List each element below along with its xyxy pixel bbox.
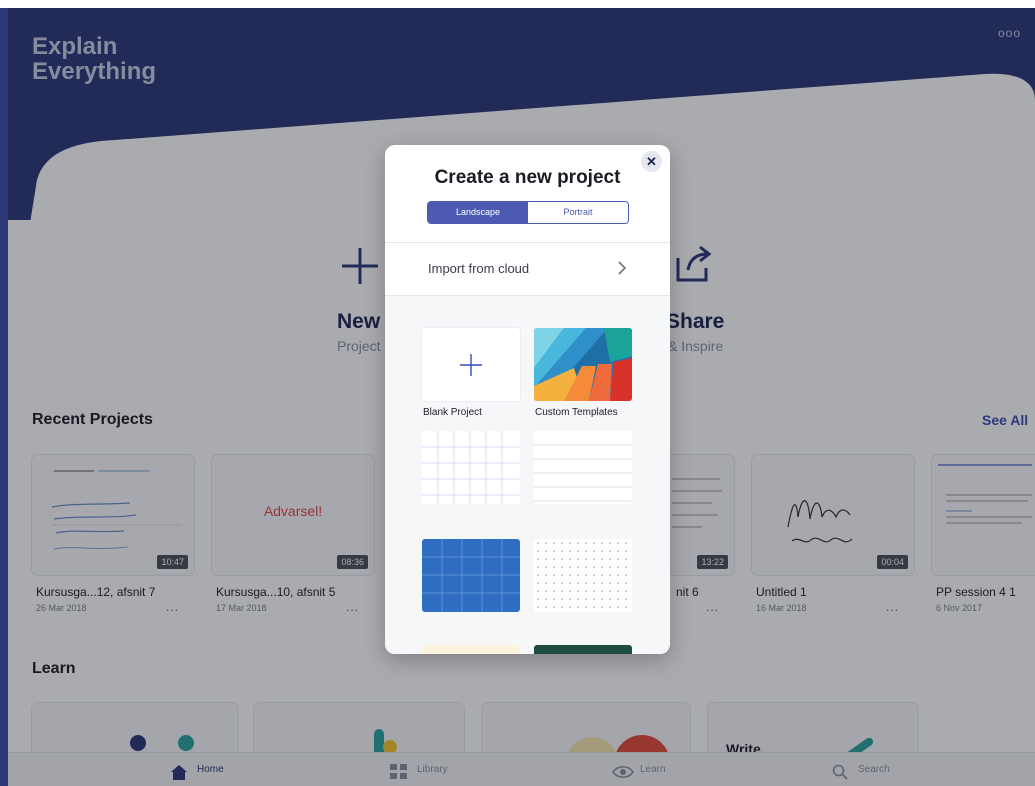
blue-grid-template[interactable] [422,539,520,612]
window-frame-left [0,0,8,786]
custom-templates-tile[interactable] [534,328,632,401]
blank-project-label: Blank Project [423,407,482,418]
grid-template[interactable] [422,431,520,504]
blueprint-grid-image [422,539,520,612]
color-swatches-image [534,328,632,401]
dot-paper-image [534,539,632,612]
yellow-template[interactable] [422,645,520,654]
chevron-right-icon [618,261,627,275]
custom-templates-label: Custom Templates [535,407,618,418]
grid-paper-image [422,431,520,504]
orientation-toggle: Landscape Portrait [427,201,629,224]
dotted-template[interactable] [534,539,632,612]
plus-icon [460,354,482,376]
lined-paper-image [534,444,632,502]
template-grid: Blank Project Custom Templates [385,296,670,654]
import-from-cloud-label: Import from cloud [428,261,530,276]
window-frame-top [0,0,1035,8]
app-window: Explain Everything ooo New Project Share… [0,0,1035,786]
dark-green-template[interactable] [534,645,632,654]
new-project-dialog: ✕ Create a new project Landscape Portrai… [385,145,670,654]
blank-project-template[interactable] [422,328,520,401]
landscape-button[interactable]: Landscape [428,202,528,223]
import-from-cloud-row[interactable]: Import from cloud [385,243,670,295]
portrait-button[interactable]: Portrait [528,202,628,223]
lined-template[interactable] [534,431,632,504]
dialog-title: Create a new project [434,167,621,188]
